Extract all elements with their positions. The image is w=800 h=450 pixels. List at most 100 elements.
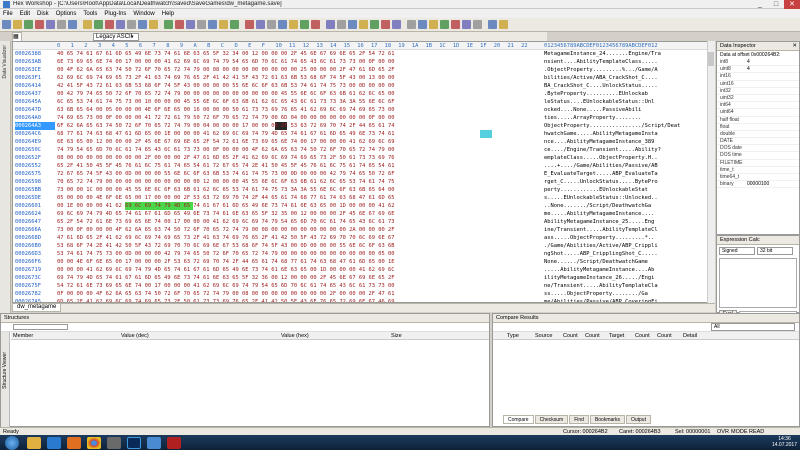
row-bytes[interactable]: 6F 62 6A 65 63 74 50 72 6F 70 65 72 74 7… [57, 122, 535, 130]
toolbar-button-icon[interactable] [35, 20, 44, 29]
row-bytes[interactable]: 74 69 65 73 00 0F 00 00 00 41 72 72 61 7… [57, 114, 535, 122]
row-ascii[interactable]: None....../Script/DeathwatchGame [544, 258, 714, 266]
inspector-row[interactable]: float [717, 124, 799, 131]
hex-row[interactable]: 00026575 72 67 65 74 5F 43 00 0D 00 00 00… [13, 170, 714, 178]
row-bytes[interactable]: 63 6B 65 64 00 05 00 00 00 4E 6F 6E 65 0… [57, 106, 535, 114]
hex-row[interactable]: 00026624 69 6C 69 74 79 4D 65 74 61 67 61… [13, 210, 714, 218]
toolbar-button-icon[interactable] [197, 20, 206, 29]
hex-row[interactable]: 00026552 65 2F 41 50 45 5F 45 76 61 6C 75… [13, 162, 714, 170]
row-bytes[interactable]: 69 6C 69 74 79 4D 65 74 61 67 61 6D 65 4… [57, 210, 535, 218]
hex-row[interactable]: 0002666A 73 00 0F 00 00 00 4F 62 6A 65 63… [13, 226, 714, 234]
col-detail[interactable]: Detail [683, 332, 697, 340]
toolbar-button-icon[interactable] [440, 20, 449, 29]
compare-filter-select[interactable]: All [711, 323, 795, 331]
toolbar-button-icon[interactable] [289, 20, 298, 29]
row-ascii[interactable]: ss.....ObjectProperty......../Ga [544, 290, 714, 298]
row-bytes[interactable]: 68 77 61 74 63 68 47 61 6D 65 00 1E 00 0… [57, 130, 535, 138]
row-ascii[interactable]: ce..../Engine/Transient.....Ability? [544, 146, 714, 154]
row-bytes[interactable]: 6E 73 69 65 6E 74 00 17 00 00 00 41 62 6… [57, 58, 535, 66]
toolbar-button-icon[interactable] [46, 20, 55, 29]
row-ascii[interactable]: ilityMetagameInstance_26...../Engi [544, 274, 714, 282]
hexworkshop-icon[interactable] [147, 436, 161, 449]
inspector-row[interactable]: DOS time [717, 152, 799, 160]
hex-row[interactable]: 0002650C 74 79 54 65 6D 70 6C 61 74 65 43… [13, 146, 714, 154]
structure-viewer-strip[interactable]: Structure Viewer [1, 332, 10, 427]
row-ascii[interactable]: hwatchGame.....AbilityMetagameInsta [544, 130, 714, 138]
toolbar-button-icon[interactable] [407, 20, 416, 29]
tab-bookmarks[interactable]: Bookmarks [589, 415, 625, 424]
row-bytes[interactable]: 00 00 4E 6F 6E 65 00 17 00 00 00 2F 53 6… [57, 258, 535, 266]
row-bytes[interactable]: 47 61 6D 65 2F 41 62 69 6C 69 74 69 65 7… [57, 234, 535, 242]
toolbar-button-icon[interactable] [83, 20, 92, 29]
hex-row[interactable]: 0002647D 63 6B 65 64 00 05 00 00 00 4E 6F… [13, 106, 714, 114]
toolbar-button-icon[interactable] [127, 20, 136, 29]
hex-row[interactable]: 000263F1 62 69 6C 69 74 69 65 73 2F 41 63… [13, 74, 714, 82]
toolbar-button-icon[interactable] [24, 20, 33, 29]
row-ascii[interactable]: ObjectProperty................/Script/De… [544, 122, 714, 130]
toolbar-button-icon[interactable] [418, 20, 427, 29]
browser-icon[interactable] [47, 436, 61, 449]
hex-row[interactable]: 000263AB 6E 73 69 65 6E 74 00 17 00 00 00… [13, 58, 714, 66]
inspector-row[interactable]: DOS date [717, 145, 799, 153]
hex-vertical-scrollbar[interactable] [707, 41, 715, 303]
toolbar-button-icon[interactable] [256, 20, 265, 29]
row-ascii[interactable]: ..None......./Script/DeathwatchGa [544, 202, 714, 210]
col-source[interactable]: Source [535, 332, 552, 340]
hex-row[interactable]: 00026598 70 65 72 74 79 00 00 00 00 00 00… [13, 178, 714, 186]
hex-row[interactable]: 0002673C 69 74 79 4D 65 74 61 67 61 6D 65… [13, 274, 714, 282]
toolbar-button-icon[interactable] [175, 20, 184, 29]
inspector-row[interactable]: int16 [717, 73, 799, 81]
inspector-row[interactable]: FILETIME [717, 160, 799, 167]
menu-file[interactable]: File [3, 11, 13, 17]
toolbar-button-icon[interactable] [208, 20, 217, 29]
encoding-dropdown-icon[interactable]: ▾ [131, 34, 134, 40]
tab-dw-metagame[interactable]: dw_metagame [12, 304, 62, 312]
toolbar-button-icon[interactable] [186, 20, 195, 29]
row-ascii[interactable]: MetagameInstance_24.......Engine/Tra [544, 50, 714, 58]
inspector-row[interactable]: int8 4 [717, 59, 799, 67]
row-bytes[interactable]: 0F 00 00 00 4F 62 6A 65 63 74 50 72 6F 7… [57, 290, 535, 298]
toolbar-button-icon[interactable] [337, 20, 346, 29]
inspector-row[interactable]: int64 [717, 102, 799, 110]
hex-row[interactable]: 000264E9 6E 63 65 00 12 00 00 00 2F 45 6E… [13, 138, 714, 146]
panel-close-icon[interactable]: ✕ [792, 42, 797, 51]
toolbar-button-icon[interactable] [116, 20, 125, 29]
row-ascii[interactable]: AbilityMetagameInstance_25.....Eng [544, 218, 714, 226]
row-bytes[interactable]: 72 67 65 74 5F 43 00 0D 00 00 00 55 6E 6… [57, 170, 535, 178]
menu-tools[interactable]: Tools [83, 11, 97, 17]
toolbar-button-icon[interactable] [94, 20, 103, 29]
hex-row[interactable]: 0002675F 54 72 61 6E 73 69 65 6E 74 00 17… [13, 282, 714, 290]
toolbar-button-icon[interactable] [245, 20, 254, 29]
tab-doc-icon[interactable]: ▦ [12, 32, 22, 41]
tab-output[interactable]: Output [625, 415, 651, 424]
tab-compare[interactable]: Compare [503, 415, 534, 424]
col-value-hex[interactable]: Value (hex) [281, 332, 309, 340]
toolbar-button-icon[interactable] [359, 20, 368, 29]
row-ascii[interactable]: ine/Transient.....AbilityTemplateCl [544, 226, 714, 234]
minimize-button[interactable]: _ [752, 0, 768, 9]
inspector-row[interactable]: time_t [717, 167, 799, 174]
inspector-row[interactable]: double [717, 131, 799, 139]
row-bytes[interactable]: 54 72 61 6E 73 69 65 6E 74 00 17 00 00 0… [57, 282, 535, 290]
toolbar-button-icon[interactable] [138, 20, 147, 29]
bit-width-select[interactable]: 32 bit [757, 247, 793, 255]
toolbar-button-icon[interactable] [326, 20, 335, 29]
row-ascii[interactable]: ties.....ArrayProperty........ [544, 114, 714, 122]
toolbar-button-icon[interactable] [267, 20, 276, 29]
tab-checksum[interactable]: Checksum [534, 415, 569, 424]
inspector-row[interactable]: half float [717, 117, 799, 124]
row-bytes[interactable]: 00 4F 62 6A 65 63 74 50 72 6F 70 65 72 7… [57, 66, 535, 74]
row-ascii[interactable]: ....+..../Game/Abilities/Passive/AB [544, 162, 714, 170]
app-icon-2[interactable] [107, 436, 121, 449]
maximize-button[interactable]: □ [768, 0, 784, 9]
hex-row[interactable]: 00026601 00 1E 00 00 00 41 62 69 6C 69 74… [13, 202, 714, 210]
row-bytes[interactable]: 73 00 0F 00 00 00 4F 62 6A 65 63 74 50 7… [57, 226, 535, 234]
hex-row[interactable]: 00026388 40 65 74 61 67 61 6D 65 49 6E 73… [13, 50, 714, 58]
hex-row[interactable]: 0002652F 08 00 00 00 00 00 00 00 00 2F 00… [13, 154, 714, 162]
hex-row[interactable]: 00026719 00 00 00 41 62 69 6C 69 74 79 4D… [13, 266, 714, 274]
col-member[interactable]: Member [13, 332, 33, 340]
row-ascii[interactable]: ne/Transient.....AbilityTemplateCla [544, 282, 714, 290]
col-size[interactable]: Size [391, 332, 402, 340]
start-button[interactable] [5, 435, 19, 450]
inspector-row[interactable]: uint32 [717, 95, 799, 103]
